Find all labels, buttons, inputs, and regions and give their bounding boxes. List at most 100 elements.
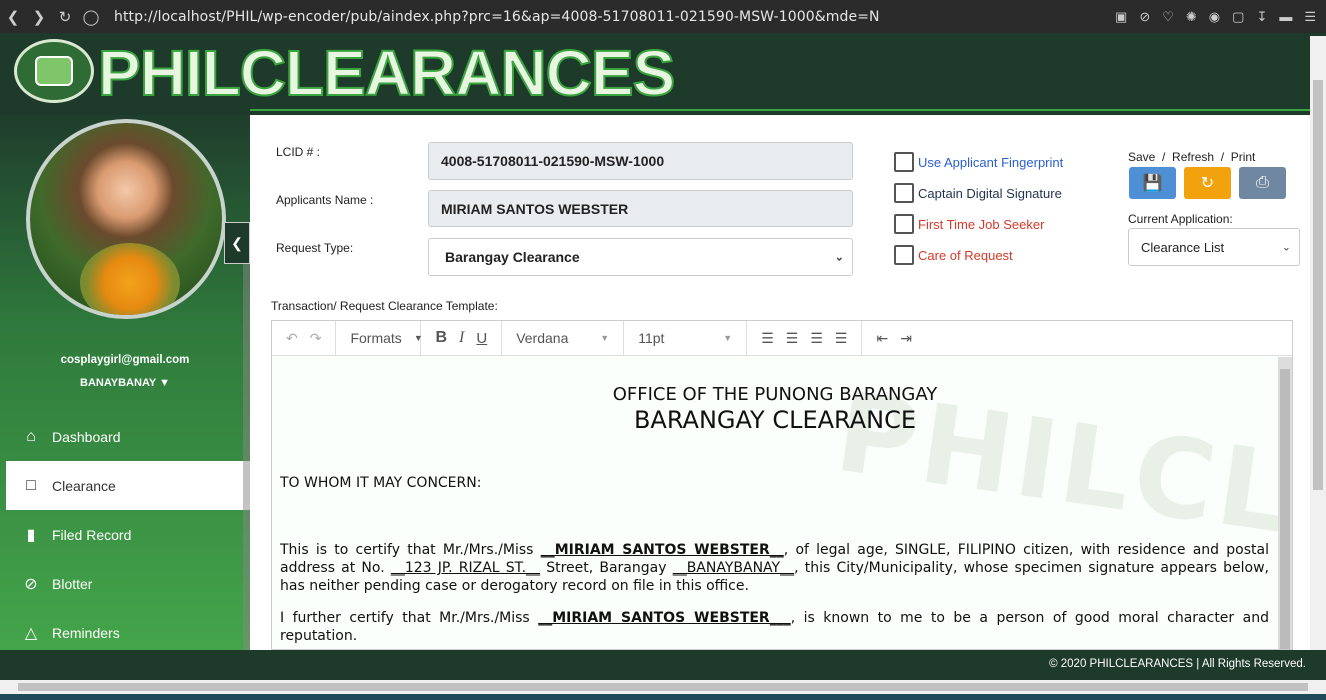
refresh-button[interactable]: ↻ (1184, 167, 1231, 199)
refresh-icon: ↻ (1200, 175, 1215, 192)
main-content: LCID # : 4008-51708011-021590-MSW-1000 A… (250, 122, 1310, 650)
bold-button[interactable]: B (435, 329, 447, 347)
barangay-fill: __BANAYBANAY__ (672, 560, 795, 576)
applicant-name-fill: __MIRIAM SANTOS WEBSTER___ (538, 610, 791, 626)
formats-label: Formats (350, 330, 402, 346)
page-scrollbar[interactable] (1310, 36, 1326, 650)
home-icon: ⌂ (26, 427, 36, 445)
fingerprint-checkbox[interactable]: Use Applicant Fingerprint (894, 152, 1063, 172)
block-icon[interactable]: ⊘ (1139, 9, 1150, 25)
signature-label: Captain Digital Signature (918, 185, 1062, 201)
sidebar-item-dashboard[interactable]: ⌂ Dashboard (0, 412, 250, 461)
printer-icon: ⎙ (1256, 174, 1269, 191)
rich-text-editor[interactable]: ↶ ↷ Formats ▼ BIU Verdana ▼ 11pt ▼ ☰ ☰ ☰ ☰ ⇤ ⇥ P… (271, 320, 1293, 650)
palette-icon[interactable]: ◉ (1209, 9, 1220, 25)
text-run: I further certify that Mr./Mrs./Miss (280, 610, 539, 626)
sidebar-item-label: Reminders (52, 624, 120, 641)
color-wheel-icon[interactable]: ✺ (1186, 9, 1197, 25)
copyright-text: © 2020 PHILCLEARANCES | All Rights Reser… (1049, 658, 1306, 670)
heart-icon[interactable]: ♡ (1162, 9, 1174, 25)
reload-icon[interactable]: ↻ (52, 0, 78, 33)
scroll-thumb[interactable] (18, 683, 1308, 691)
document-icon: □ (26, 476, 36, 494)
care-of-label: Care of Request (918, 247, 1013, 263)
indent-group: ⇤ ⇥ (862, 321, 925, 356)
brand-title: PHILCLEARANCES (97, 37, 676, 109)
applicant-name-label: Applicants Name : (276, 193, 374, 207)
menu-icon[interactable]: ☰ (1304, 9, 1316, 25)
align-right-icon[interactable]: ☰ (810, 330, 823, 347)
sidebar-item-clearance[interactable]: □ Clearance (6, 461, 250, 510)
globe-icon: ◯ (82, 8, 100, 26)
current-application-select[interactable]: Clearance List ⌄ (1128, 228, 1300, 266)
forward-icon[interactable]: ❯ (26, 0, 52, 33)
current-application-label: Current Application: (1128, 212, 1233, 226)
book-icon: ▮ (26, 526, 36, 544)
salutation: TO WHOM IT MAY CONCERN: (280, 475, 482, 491)
lcid-field[interactable]: 4008-51708011-021590-MSW-1000 (428, 142, 853, 180)
request-type-select[interactable]: Barangay Clearance ⌄ (428, 238, 853, 276)
editor-toolbar: ↶ ↷ Formats ▼ BIU Verdana ▼ 11pt ▼ ☰ ☰ ☰ ☰ ⇤ ⇥ (272, 321, 1292, 356)
save-button[interactable]: 💾 (1129, 167, 1176, 199)
font-family-dropdown[interactable]: Verdana ▼ (502, 321, 625, 356)
barangay-label: BANAYBANAY (80, 377, 157, 389)
align-center-icon[interactable]: ☰ (786, 330, 799, 347)
outdent-icon[interactable]: ⇤ (876, 330, 888, 347)
text-run: Street, Barangay (540, 560, 673, 576)
document-body[interactable]: PHILCLEARANCES OFFICE OF THE PUNONG BARA… (272, 357, 1292, 649)
caret-down-icon: ▼ (159, 377, 170, 389)
actions-label: Save / Refresh / Print (1128, 150, 1256, 164)
sidebar-item-label: Blotter (52, 575, 93, 592)
care-of-checkbox[interactable]: Care of Request (894, 245, 1013, 265)
barangay-dropdown[interactable]: BANAYBANAY ▼ (0, 377, 250, 389)
font-size-dropdown[interactable]: 11pt ▼ (624, 321, 748, 356)
font-family-value: Verdana (516, 330, 569, 346)
back-icon[interactable]: ❮ (0, 0, 26, 33)
redo-icon[interactable]: ↷ (310, 330, 322, 347)
underline-button[interactable]: U (476, 330, 487, 347)
checkbox[interactable] (894, 214, 914, 234)
formats-dropdown[interactable]: Formats ▼ (336, 321, 423, 356)
warning-icon: △ (24, 624, 38, 642)
browser-toolbar: ❮ ❯ ↻ ◯ http://localhost/PHIL/wp-encoder… (0, 0, 1326, 33)
cube-icon[interactable]: ▢ (1232, 9, 1244, 25)
scroll-thumb[interactable] (1280, 369, 1290, 649)
applicant-name-field[interactable]: MIRIAM SANTOS WEBSTER (428, 190, 853, 227)
align-justify-icon[interactable]: ☰ (835, 330, 848, 347)
checkbox[interactable] (894, 152, 914, 172)
sidebar-item-label: Clearance (52, 477, 116, 494)
document-heading: OFFICE OF THE PUNONG BARANGAY (612, 384, 938, 405)
sidebar-item-blotter[interactable]: ⊘ Blotter (0, 559, 250, 608)
text-style-group: BIU (421, 321, 503, 356)
align-group: ☰ ☰ ☰ ☰ (747, 321, 863, 356)
signature-checkbox[interactable]: Captain Digital Signature (894, 183, 1062, 203)
collapse-sidebar-button[interactable]: ❮ (224, 222, 250, 264)
download-icon[interactable]: ↧ (1256, 9, 1267, 25)
chevron-down-icon: ⌄ (834, 251, 844, 264)
caret-down-icon: ▼ (600, 333, 610, 343)
battery-icon[interactable]: ▬ (1279, 9, 1292, 24)
camera-icon[interactable]: ▣ (1115, 9, 1127, 25)
taskbar-strip (0, 694, 1326, 700)
horizontal-scrollbar[interactable] (0, 680, 1326, 694)
indent-icon[interactable]: ⇥ (900, 330, 912, 347)
print-button[interactable]: ⎙ (1239, 167, 1286, 199)
scroll-thumb[interactable] (1313, 80, 1323, 490)
job-seeker-label: First Time Job Seeker (918, 216, 1045, 232)
sidebar-scrollbar[interactable] (243, 230, 250, 700)
applicant-name-fill: __MIRIAM SANTOS WEBSTER__ (540, 542, 784, 558)
floppy-icon: 💾 (1142, 175, 1163, 192)
undo-icon[interactable]: ↶ (286, 330, 298, 347)
align-left-icon[interactable]: ☰ (761, 330, 774, 347)
checkbox[interactable] (894, 245, 914, 265)
template-label: Transaction/ Request Clearance Template: (271, 299, 498, 313)
address-bar[interactable]: http://localhost/PHIL/wp-encoder/pub/ain… (114, 9, 880, 25)
checkbox[interactable] (894, 183, 914, 203)
job-seeker-checkbox[interactable]: First Time Job Seeker (894, 214, 1044, 234)
editor-scrollbar[interactable] (1278, 357, 1292, 649)
ban-icon: ⊘ (24, 575, 38, 593)
italic-button[interactable]: I (459, 329, 464, 347)
sidebar-item-label: Dashboard (52, 428, 121, 445)
sidebar-item-filed-record[interactable]: ▮ Filed Record (0, 510, 250, 559)
current-application-value: Clearance List (1141, 239, 1225, 255)
